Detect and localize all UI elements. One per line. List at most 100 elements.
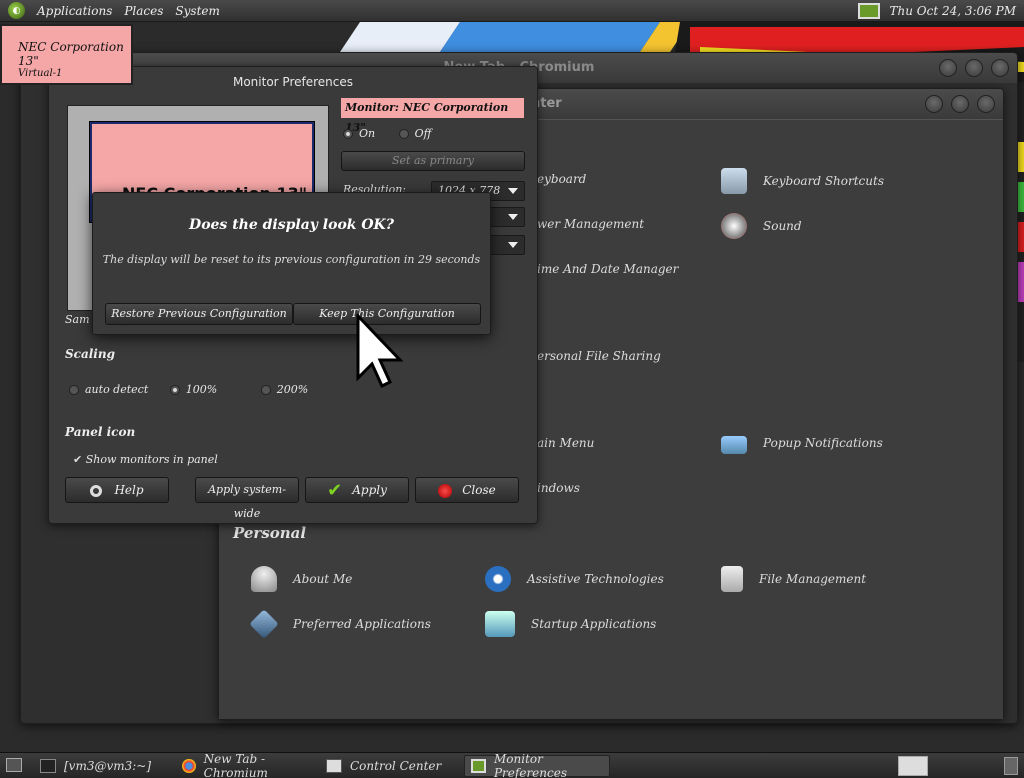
cc-item-sound[interactable]: Sound [721, 213, 802, 239]
mouse-cursor-icon [356, 314, 404, 388]
on-label: On [359, 127, 376, 140]
top-panel: ◐ Applications Places System Thu Oct 24,… [0, 0, 1024, 22]
chevron-down-icon [508, 214, 518, 220]
personal-section-title: Personal [233, 524, 307, 542]
confirm-question: Does the display look OK? [189, 217, 394, 233]
cc-item-label: Assistive Technologies [527, 572, 664, 586]
monitor-header: Monitor: NEC Corporation 13" [341, 98, 524, 134]
maximize-button[interactable] [965, 59, 983, 77]
help-icon [90, 484, 103, 497]
scaling-200-label: 200% [276, 383, 309, 396]
workspace-switcher[interactable] [898, 756, 928, 776]
close-button[interactable] [977, 95, 995, 113]
cc-item-assistive-technologies[interactable]: Assistive Technologies [485, 566, 664, 592]
close-circle-icon [438, 483, 453, 498]
scaling-auto-label: auto detect [85, 383, 149, 396]
terminal-icon [40, 759, 56, 773]
apply-system-wide-button[interactable]: Apply system-wide [195, 477, 299, 520]
monitor-identify-name: NEC Corporation 13" [18, 40, 124, 68]
close-dialog-button[interactable]: Close [415, 477, 519, 503]
apply-label: Apply [352, 483, 387, 497]
power-radio-group: On Off [343, 127, 431, 140]
help-button[interactable]: Help [65, 477, 169, 503]
cc-item-time-date[interactable]: ime And Date Manager [537, 262, 678, 276]
minimize-button[interactable] [939, 59, 957, 77]
off-radio[interactable] [398, 129, 409, 139]
cc-item-file-management[interactable]: File Management [721, 566, 866, 592]
cc-item-label: ain Menu [537, 436, 595, 450]
cc-item-label: Preferred Applications [293, 617, 431, 631]
chromium-icon [182, 759, 196, 773]
menu-applications[interactable]: Applications [37, 4, 112, 18]
cc-item-label: eyboard [537, 172, 587, 186]
scaling-200-radio[interactable] [260, 385, 271, 395]
cc-item-popup-notifications[interactable]: Popup Notifications [721, 432, 883, 454]
control-center-icon [326, 759, 342, 773]
maximize-button[interactable] [951, 95, 969, 113]
task-label: [vm3@vm3:~] [64, 759, 152, 773]
cc-item-preferred-applications[interactable]: Preferred Applications [249, 609, 431, 639]
checkmark-icon: ✔ [327, 479, 343, 501]
show-monitors-label: Show monitors in panel [85, 453, 218, 466]
set-primary-button[interactable]: Set as primary [341, 151, 525, 171]
cc-item-power-management[interactable]: wer Management [537, 217, 644, 231]
minimize-button[interactable] [925, 95, 943, 113]
show-monitors-checkbox[interactable]: ✔ Show monitors in panel [73, 453, 218, 466]
cc-item-label: Startup Applications [531, 617, 657, 631]
cc-item-windows[interactable]: indows [537, 481, 580, 495]
mate-logo-icon[interactable]: ◐ [8, 2, 25, 19]
monitor-icon [471, 759, 486, 773]
cc-item-label: Popup Notifications [763, 436, 883, 450]
preferred-apps-icon [249, 609, 279, 639]
cc-item-keyboard[interactable]: eyboard [537, 172, 586, 186]
user-icon [251, 566, 277, 592]
display-icon[interactable] [857, 3, 880, 19]
show-desktop-icon[interactable] [6, 758, 22, 772]
chevron-down-icon [508, 188, 518, 194]
cc-item-startup-applications[interactable]: Startup Applications [485, 611, 656, 637]
monitor-identify-sub: Virtual-1 [18, 68, 63, 79]
close-label: Close [462, 483, 496, 497]
cc-item-main-menu[interactable]: ain Menu [537, 436, 594, 450]
bottom-panel: [vm3@vm3:~] New Tab - Chromium Control C… [0, 752, 1024, 778]
cc-item-label: ersonal File Sharing [537, 349, 661, 363]
scaling-title: Scaling [65, 347, 115, 361]
panel-icon-title: Panel icon [65, 425, 136, 439]
monitor-identify-label: NEC Corporation 13" Virtual-1 [0, 24, 133, 85]
cc-item-label: indows [537, 481, 580, 495]
menu-system[interactable]: System [175, 4, 219, 18]
task-terminal[interactable]: [vm3@vm3:~] [34, 755, 172, 777]
cc-item-label: Sound [763, 219, 802, 233]
cc-item-label: File Management [759, 572, 867, 586]
task-label: Monitor Preferences [493, 752, 567, 778]
chevron-down-icon [508, 242, 518, 248]
task-chromium[interactable]: New Tab - Chromium [176, 752, 314, 778]
restore-previous-button[interactable]: Restore Previous Configuration [105, 303, 293, 325]
keyboard-shortcuts-icon [721, 168, 747, 194]
same-image-label: Sam [65, 313, 90, 326]
clock[interactable]: Thu Oct 24, 3:06 PM [890, 4, 1017, 18]
trash-icon[interactable] [1004, 757, 1018, 775]
on-radio[interactable] [343, 129, 353, 139]
same-image-checkbox[interactable]: Sam [65, 313, 90, 326]
cc-item-personal-file-sharing[interactable]: ersonal File Sharing [537, 349, 661, 363]
menu-places[interactable]: Places [124, 4, 163, 18]
task-monitor-preferences[interactable]: Monitor Preferences [464, 752, 610, 778]
cc-item-label: wer Management [537, 217, 645, 231]
notification-icon [721, 436, 747, 454]
scaling-100-radio[interactable] [169, 385, 180, 395]
scaling-auto-radio[interactable] [69, 385, 79, 395]
task-label: New Tab - Chromium [203, 752, 268, 778]
accessibility-icon [485, 566, 511, 592]
startup-apps-icon [485, 611, 515, 637]
check-icon: ✔ [73, 453, 83, 466]
help-label: Help [114, 483, 144, 497]
cc-item-label: ime And Date Manager [537, 262, 679, 276]
cc-item-keyboard-shortcuts[interactable]: Keyboard Shortcuts [721, 168, 884, 194]
apply-button[interactable]: ✔ Apply [305, 477, 409, 503]
cc-item-about-me[interactable]: About Me [251, 566, 352, 592]
task-control-center[interactable]: Control Center [320, 755, 458, 777]
sound-icon [721, 213, 747, 239]
close-button[interactable] [991, 59, 1009, 77]
scaling-100-label: 100% [185, 383, 218, 396]
